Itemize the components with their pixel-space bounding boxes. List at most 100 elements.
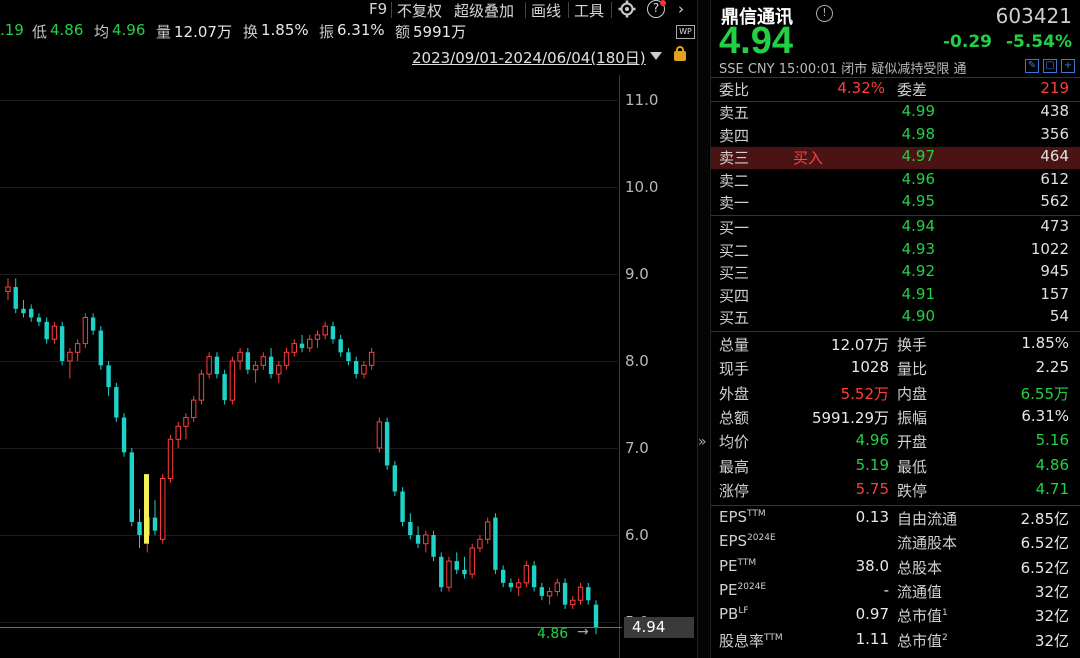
bid-row[interactable]: 买五 4.90 54 [711, 307, 1080, 329]
candle[interactable] [322, 321, 328, 340]
candle[interactable] [454, 552, 459, 575]
candle[interactable] [361, 361, 367, 379]
candle[interactable] [376, 417, 383, 453]
ask-row[interactable]: 卖二 4.96 612 [711, 170, 1080, 192]
candle[interactable] [400, 487, 405, 527]
candle[interactable] [493, 513, 498, 575]
collapse-arrow-icon[interactable]: » [698, 434, 707, 450]
ask-row[interactable]: 卖三 买入 4.97 464 [711, 147, 1080, 170]
chevron-right-icon[interactable]: › [678, 0, 684, 18]
candle[interactable] [21, 300, 26, 318]
ask-row[interactable]: 卖一 4.95 562 [711, 192, 1080, 214]
candle[interactable] [368, 347, 375, 370]
candle[interactable] [183, 413, 189, 440]
candle[interactable] [586, 582, 591, 605]
candle[interactable] [29, 304, 34, 322]
candle[interactable] [114, 382, 119, 422]
candle[interactable] [330, 321, 336, 344]
candle[interactable] [98, 326, 104, 370]
candle[interactable] [314, 330, 321, 348]
candle[interactable] [51, 321, 58, 344]
candle[interactable] [160, 474, 166, 544]
bid-row[interactable]: 买二 4.93 1022 [711, 240, 1080, 262]
candle[interactable] [353, 356, 359, 379]
fundamental-row[interactable]: PBLF 0.97 总市值1 32亿 [711, 605, 1080, 627]
candle[interactable] [439, 552, 444, 592]
window-icon[interactable]: ▢ [1043, 59, 1057, 73]
candle[interactable] [392, 461, 398, 496]
candle[interactable] [152, 500, 158, 535]
fundamental-row[interactable]: 股息率TTM 1.11 总市值2 32亿 [711, 630, 1080, 652]
candle[interactable] [74, 339, 81, 361]
candle[interactable] [484, 517, 491, 544]
add-watchlist-icon[interactable]: + [1061, 59, 1075, 73]
ask-row[interactable]: 卖四 4.98 356 [711, 125, 1080, 147]
candle[interactable] [500, 565, 506, 588]
candle[interactable] [423, 530, 429, 553]
candle[interactable] [546, 587, 553, 605]
edit-icon[interactable]: ✎ [1025, 59, 1039, 73]
date-range-dropdown-icon[interactable] [650, 52, 662, 60]
wp-badge[interactable]: WP [676, 25, 695, 39]
candle[interactable] [237, 347, 243, 370]
candle[interactable] [299, 334, 305, 353]
candle[interactable] [307, 334, 313, 353]
candle[interactable] [82, 313, 89, 348]
candle[interactable] [252, 361, 259, 383]
candle[interactable] [44, 317, 49, 344]
candle[interactable] [539, 582, 545, 601]
candle[interactable] [13, 278, 18, 314]
candle[interactable] [222, 369, 227, 405]
fundamental-row[interactable]: PE2024E - 流通值 32亿 [711, 581, 1080, 603]
candle[interactable] [415, 526, 421, 549]
candle[interactable] [214, 352, 220, 379]
candle[interactable] [554, 578, 561, 596]
panel-collapse-strip[interactable] [697, 0, 709, 658]
candle[interactable] [346, 347, 351, 366]
candle[interactable] [137, 508, 142, 549]
fundamental-row[interactable]: EPS2024E 流通股本 6.52亿 [711, 532, 1080, 554]
info-icon[interactable]: ! [816, 5, 833, 22]
candle[interactable] [593, 600, 599, 635]
candle[interactable] [515, 578, 522, 596]
candle[interactable] [462, 556, 467, 579]
settings-gear-icon[interactable] [618, 0, 636, 18]
candle[interactable] [291, 339, 297, 357]
candle[interactable] [5, 278, 11, 301]
candle[interactable] [446, 556, 452, 592]
selected-candle-highlight[interactable] [143, 474, 149, 544]
fundamental-row[interactable]: EPSTTM 0.13 自由流通 2.85亿 [711, 508, 1080, 530]
ask-row[interactable]: 卖五 4.99 438 [711, 102, 1080, 124]
candlestick-plot[interactable] [0, 0, 618, 658]
candle[interactable] [175, 421, 181, 448]
candle[interactable] [36, 313, 42, 327]
candle[interactable] [577, 582, 584, 605]
candle[interactable] [283, 347, 290, 370]
candle[interactable] [268, 347, 274, 379]
candle[interactable] [167, 434, 174, 483]
candle[interactable] [338, 334, 343, 357]
candle[interactable] [276, 361, 282, 383]
bid-row[interactable]: 买四 4.91 157 [711, 285, 1080, 307]
candle[interactable] [206, 352, 212, 379]
candle[interactable] [508, 578, 514, 592]
candle[interactable] [562, 578, 568, 609]
candle[interactable] [408, 513, 413, 540]
candle[interactable] [431, 530, 436, 562]
candle[interactable] [229, 356, 236, 405]
candle[interactable] [198, 369, 205, 405]
candle[interactable] [67, 347, 73, 379]
candle[interactable] [384, 417, 390, 470]
candle[interactable] [245, 347, 251, 375]
candle[interactable] [90, 313, 96, 335]
candle[interactable] [106, 361, 111, 396]
candle[interactable] [570, 595, 576, 609]
candle[interactable] [531, 561, 537, 592]
candle[interactable] [477, 535, 483, 553]
bid-row[interactable]: 买三 4.92 945 [711, 262, 1080, 284]
fundamental-row[interactable]: PETTM 38.0 总股本 6.52亿 [711, 557, 1080, 579]
candle[interactable] [523, 561, 530, 588]
candle[interactable] [129, 448, 134, 527]
bid-row[interactable]: 买一 4.94 473 [711, 217, 1080, 239]
candle[interactable] [121, 413, 127, 457]
